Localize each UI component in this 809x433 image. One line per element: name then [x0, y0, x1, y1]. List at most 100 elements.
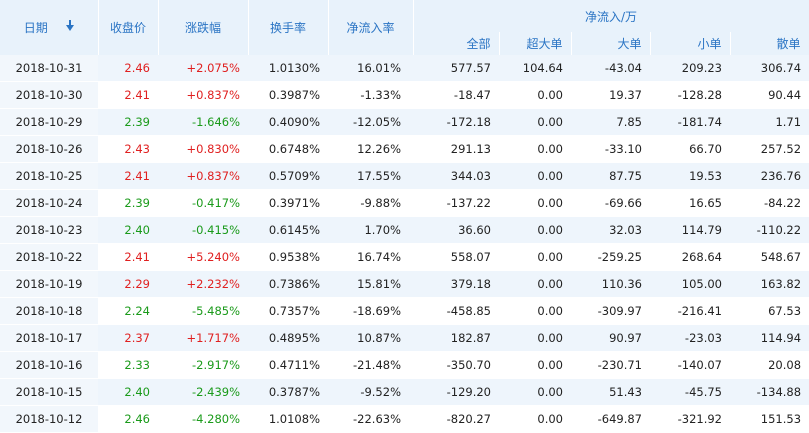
fund-flow-table: 日期 收盘价 涨跌幅 换手率 净流入率 净流入/万 全部 超大单 大单 小单 散…: [0, 0, 809, 433]
table-row: 2018-10-17 2.37 +1.717% 0.4895% 10.87% 182.87…: [0, 324, 809, 352]
cell-change: -2.917%: [158, 351, 248, 379]
cell-date: 2018-10-23: [0, 216, 98, 244]
table-header: 日期 收盘价 涨跌幅 换手率 净流入率 净流入/万 全部 超大单 大单 小单 散…: [0, 0, 809, 55]
cell-retail: 20.08: [730, 351, 809, 379]
cell-big: 110.36: [571, 270, 650, 298]
header-super-big-label: 超大单: [526, 37, 563, 51]
cell-net-ratio: 10.87%: [328, 324, 413, 352]
cell-super-big: 0.00: [499, 351, 571, 379]
cell-retail: 236.76: [730, 162, 809, 190]
cell-change: -2.439%: [158, 378, 248, 406]
cell-net-ratio: 16.01%: [328, 55, 413, 82]
cell-retail: -84.22: [730, 189, 809, 217]
cell-close: 2.39: [98, 189, 158, 217]
cell-close: 2.40: [98, 378, 158, 406]
cell-super-big: 0.00: [499, 189, 571, 217]
cell-close: 2.37: [98, 324, 158, 352]
cell-big: -259.25: [571, 243, 650, 271]
cell-net-ratio: -9.52%: [328, 378, 413, 406]
cell-date: 2018-10-15: [0, 378, 98, 406]
cell-small: 268.64: [650, 243, 730, 271]
header-super-big[interactable]: 超大单: [499, 32, 572, 55]
table-row: 2018-10-15 2.40 -2.439% 0.3787% -9.52% -129.2…: [0, 378, 809, 406]
cell-small: -128.28: [650, 81, 730, 109]
header-all-label: 全部: [466, 37, 491, 51]
cell-all: -350.70: [413, 351, 499, 379]
cell-close: 2.33: [98, 351, 158, 379]
cell-date: 2018-10-24: [0, 189, 98, 217]
cell-turnover: 0.4090%: [248, 108, 328, 136]
cell-change: +2.075%: [158, 55, 248, 82]
cell-all: 182.87: [413, 324, 499, 352]
header-all[interactable]: 全部: [413, 32, 500, 55]
cell-retail: 151.53: [730, 405, 809, 433]
sort-down-arrow-icon[interactable]: [65, 19, 74, 31]
cell-all: 379.18: [413, 270, 499, 298]
cell-super-big: 0.00: [499, 243, 571, 271]
cell-retail: 90.44: [730, 81, 809, 109]
cell-date: 2018-10-26: [0, 135, 98, 163]
header-big[interactable]: 大单: [571, 32, 651, 55]
header-close-label: 收盘价: [109, 21, 146, 35]
cell-super-big: 0.00: [499, 378, 571, 406]
cell-close: 2.24: [98, 297, 158, 325]
header-date[interactable]: 日期: [0, 0, 99, 55]
cell-turnover: 0.4711%: [248, 351, 328, 379]
header-turnover[interactable]: 换手率: [248, 0, 329, 55]
cell-net-ratio: 15.81%: [328, 270, 413, 298]
cell-retail: 257.52: [730, 135, 809, 163]
cell-turnover: 0.5709%: [248, 162, 328, 190]
cell-retail: 163.82: [730, 270, 809, 298]
table-row: 2018-10-22 2.41 +5.240% 0.9538% 16.74% 558.07…: [0, 243, 809, 271]
cell-turnover: 0.6748%: [248, 135, 328, 163]
header-small[interactable]: 小单: [650, 32, 731, 55]
table-row: 2018-10-23 2.40 -0.415% 0.6145% 1.70% 36.60 0.…: [0, 216, 809, 244]
cell-turnover: 1.0130%: [248, 55, 328, 82]
cell-date: 2018-10-30: [0, 81, 98, 109]
cell-super-big: 0.00: [499, 216, 571, 244]
header-date-label: 日期: [23, 21, 48, 35]
cell-all: -129.20: [413, 378, 499, 406]
cell-big: -309.97: [571, 297, 650, 325]
cell-small: -216.41: [650, 297, 730, 325]
header-flow-group: 净流入/万: [413, 0, 809, 32]
table-row: 2018-10-18 2.24 -5.485% 0.7357% -18.69% -458.…: [0, 297, 809, 325]
cell-small: -321.92: [650, 405, 730, 433]
cell-net-ratio: 16.74%: [328, 243, 413, 271]
cell-all: 558.07: [413, 243, 499, 271]
table-row: 2018-10-29 2.39 -1.646% 0.4090% -12.05% -172.…: [0, 108, 809, 136]
cell-retail: -110.22: [730, 216, 809, 244]
cell-big: -43.04: [571, 55, 650, 82]
cell-date: 2018-10-17: [0, 324, 98, 352]
table-row: 2018-10-16 2.33 -2.917% 0.4711% -21.48% -350.…: [0, 351, 809, 379]
header-small-label: 小单: [697, 37, 722, 51]
cell-net-ratio: -22.63%: [328, 405, 413, 433]
cell-super-big: 104.64: [499, 55, 571, 82]
cell-date: 2018-10-29: [0, 108, 98, 136]
cell-close: 2.43: [98, 135, 158, 163]
table-row: 2018-10-31 2.46 +2.075% 1.0130% 16.01% 577.57…: [0, 55, 809, 82]
cell-close: 2.41: [98, 81, 158, 109]
cell-big: 90.97: [571, 324, 650, 352]
cell-date: 2018-10-22: [0, 243, 98, 271]
cell-change: -1.646%: [158, 108, 248, 136]
cell-retail: 114.94: [730, 324, 809, 352]
cell-turnover: 0.9538%: [248, 243, 328, 271]
cell-net-ratio: 12.26%: [328, 135, 413, 163]
table-row: 2018-10-26 2.43 +0.830% 0.6748% 12.26% 291.13…: [0, 135, 809, 163]
cell-turnover: 0.3987%: [248, 81, 328, 109]
header-net-ratio-label: 净流入率: [346, 21, 395, 35]
cell-big: 7.85: [571, 108, 650, 136]
cell-super-big: 0.00: [499, 270, 571, 298]
header-change[interactable]: 涨跌幅: [158, 0, 249, 55]
cell-retail: -134.88: [730, 378, 809, 406]
header-close[interactable]: 收盘价: [98, 0, 159, 55]
table-row: 2018-10-12 2.46 -4.280% 1.0108% -22.63% -820.…: [0, 405, 809, 433]
cell-retail: 67.53: [730, 297, 809, 325]
cell-change: -0.417%: [158, 189, 248, 217]
cell-change: -0.415%: [158, 216, 248, 244]
header-net-ratio[interactable]: 净流入率: [328, 0, 414, 55]
table-row: 2018-10-30 2.41 +0.837% 0.3987% -1.33% -18.47…: [0, 81, 809, 109]
header-retail[interactable]: 散单: [730, 32, 809, 55]
cell-small: -23.03: [650, 324, 730, 352]
